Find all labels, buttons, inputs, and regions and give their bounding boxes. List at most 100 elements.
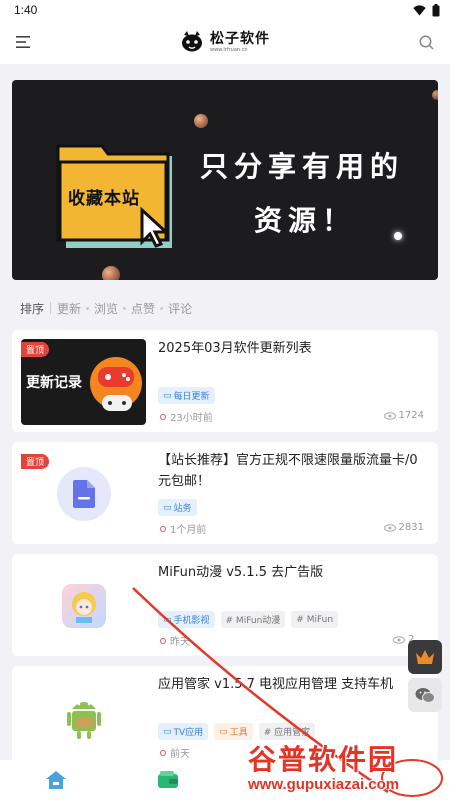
post-thumbnail — [21, 675, 146, 760]
banner-line2: 资源！ — [254, 204, 357, 237]
views-value: 2831 — [398, 522, 424, 533]
decor-ball — [194, 114, 208, 128]
home-icon — [46, 771, 66, 789]
category-tag[interactable]: ▭ 站务 — [158, 499, 197, 516]
clock-icon — [160, 637, 166, 644]
folder-tag-icon: ▭ — [163, 614, 172, 625]
document-icon — [72, 480, 95, 508]
folder-tag-icon: ▭ — [163, 502, 172, 513]
anime-girl-icon — [71, 592, 96, 623]
time-label: 23小时前 — [170, 413, 213, 424]
nav-home[interactable] — [0, 770, 112, 790]
time-label: 1个月前 — [170, 525, 207, 536]
post-card[interactable]: MiFun动漫 v5.1.5 去广告版 ▭ 手机影视 # MiFun动漫 # Mi… — [12, 554, 438, 656]
post-tags: ▭ 站务 — [158, 499, 197, 516]
decor-ball — [102, 266, 120, 280]
category-tag[interactable]: ▭ 每日更新 — [158, 387, 215, 404]
view-count: 2831 — [383, 522, 424, 533]
sort-option-comments[interactable]: 评论 — [168, 300, 192, 317]
menu-button[interactable] — [14, 32, 34, 52]
post-tags: ▭ 每日更新 — [158, 387, 215, 404]
tag-label: TV应用 — [173, 728, 204, 738]
search-icon — [419, 35, 434, 50]
folder-illustration: 收藏本站 — [56, 140, 186, 256]
wechat-float-button[interactable] — [408, 678, 442, 712]
watermark-url: www.gupuxiazai.com — [248, 776, 400, 793]
crown-icon — [416, 650, 434, 664]
android-apk-icon — [66, 702, 101, 739]
divider-dot — [123, 306, 127, 310]
wallet-icon — [158, 771, 178, 788]
folder-label: 收藏本站 — [68, 189, 140, 209]
tag-label: 手机影视 — [173, 616, 210, 626]
sort-option-views[interactable]: 浏览 — [94, 300, 118, 317]
post-card[interactable]: 置顶 【站长推荐】官方正规不限速限量版流量卡/0元包邮！ ▭ 站务 1个月前 28… — [12, 442, 438, 544]
sort-bar: 排序 更新 浏览 点赞 评论 — [20, 300, 192, 316]
view-count: 1724 — [383, 410, 424, 421]
pinned-badge: 置顶 — [21, 342, 50, 357]
folder-tag-icon: ▭ — [163, 390, 172, 401]
eye-icon — [383, 411, 396, 420]
divider — [50, 302, 52, 314]
menu-icon — [16, 36, 30, 48]
post-time: 1个月前 — [160, 521, 206, 536]
post-thumbnail — [21, 563, 146, 649]
category-tag[interactable]: ▭ TV应用 — [158, 723, 209, 740]
folder-tag-icon: ▭ — [163, 726, 172, 737]
thumbnail-text: 更新记录 — [26, 375, 82, 391]
nav-wallet[interactable] — [112, 771, 224, 789]
banner-line1: 只分享有用的 — [200, 150, 405, 183]
tag-label: 站务 — [173, 504, 192, 514]
keyword-tag[interactable]: # MiFun — [291, 611, 339, 628]
status-icons — [413, 3, 440, 17]
banner-slogan: 只分享有用的 资源！ — [200, 140, 404, 248]
wechat-icon — [415, 687, 435, 703]
post-time: 23小时前 — [160, 409, 213, 424]
battery-icon — [432, 3, 440, 16]
vip-float-button[interactable] — [408, 640, 442, 674]
search-button[interactable] — [416, 32, 436, 52]
tag-label: 工具 — [229, 728, 248, 738]
time-label: 前天 — [170, 749, 190, 760]
keyword-tag[interactable]: # MiFun动漫 — [220, 611, 286, 628]
site-url: www.lrfruan.cn — [210, 46, 248, 53]
status-time: 1:40 — [14, 3, 38, 17]
eye-icon — [383, 523, 396, 532]
clock-icon — [160, 413, 166, 420]
post-time: 昨天 — [160, 633, 190, 648]
post-card[interactable]: 更新记录 置顶 2025年03月软件更新列表 ▭ 每日更新 23小时前 1724 — [12, 330, 438, 432]
post-time: 前天 — [160, 745, 190, 760]
promo-banner[interactable]: 收藏本站 只分享有用的 资源！ — [12, 80, 438, 280]
status-bar: 1:40 — [0, 0, 450, 20]
pinned-badge: 置顶 — [21, 454, 50, 469]
post-title[interactable]: 【站长推荐】官方正规不限速限量版流量卡/0元包邮！ — [158, 450, 428, 492]
sort-option-likes[interactable]: 点赞 — [131, 300, 155, 317]
app-icon-mifun — [61, 584, 106, 628]
divider-dot — [86, 306, 90, 310]
decor-ball — [432, 90, 438, 100]
gamepad-illustration-icon — [90, 357, 142, 411]
category-tag[interactable]: ▭ 工具 — [214, 723, 253, 740]
eye-icon — [393, 635, 406, 644]
views-value: 1724 — [398, 410, 424, 421]
squirrel-logo-icon — [182, 31, 202, 52]
wifi-icon — [413, 4, 426, 16]
folder-tag-icon: ▭ — [219, 726, 228, 737]
app-header: 松子软件 www.lrfruan.cn — [0, 20, 450, 64]
watermark-logo: 谷普软件园 www.gupuxiazai.com — [248, 738, 399, 793]
site-logo[interactable]: 松子软件 www.lrfruan.cn — [180, 31, 270, 53]
post-title[interactable]: 应用管家 v1.5.7 电视应用管理 支持车机 — [158, 674, 428, 695]
time-label: 昨天 — [170, 637, 190, 648]
divider-dot — [160, 306, 164, 310]
sort-label: 排序 — [20, 301, 45, 316]
post-tags: ▭ 手机影视 # MiFun动漫 # MiFun — [158, 611, 339, 628]
site-title: 松子软件 — [210, 30, 270, 47]
post-title[interactable]: 2025年03月软件更新列表 — [158, 338, 428, 359]
post-title[interactable]: MiFun动漫 v5.1.5 去广告版 — [158, 562, 428, 583]
watermark-title: 谷普软件园 — [248, 743, 399, 776]
icon-circle — [56, 467, 111, 521]
sort-option-update[interactable]: 更新 — [57, 300, 81, 317]
clock-icon — [160, 525, 166, 532]
clock-icon — [160, 749, 166, 756]
category-tag[interactable]: ▭ 手机影视 — [158, 611, 215, 628]
